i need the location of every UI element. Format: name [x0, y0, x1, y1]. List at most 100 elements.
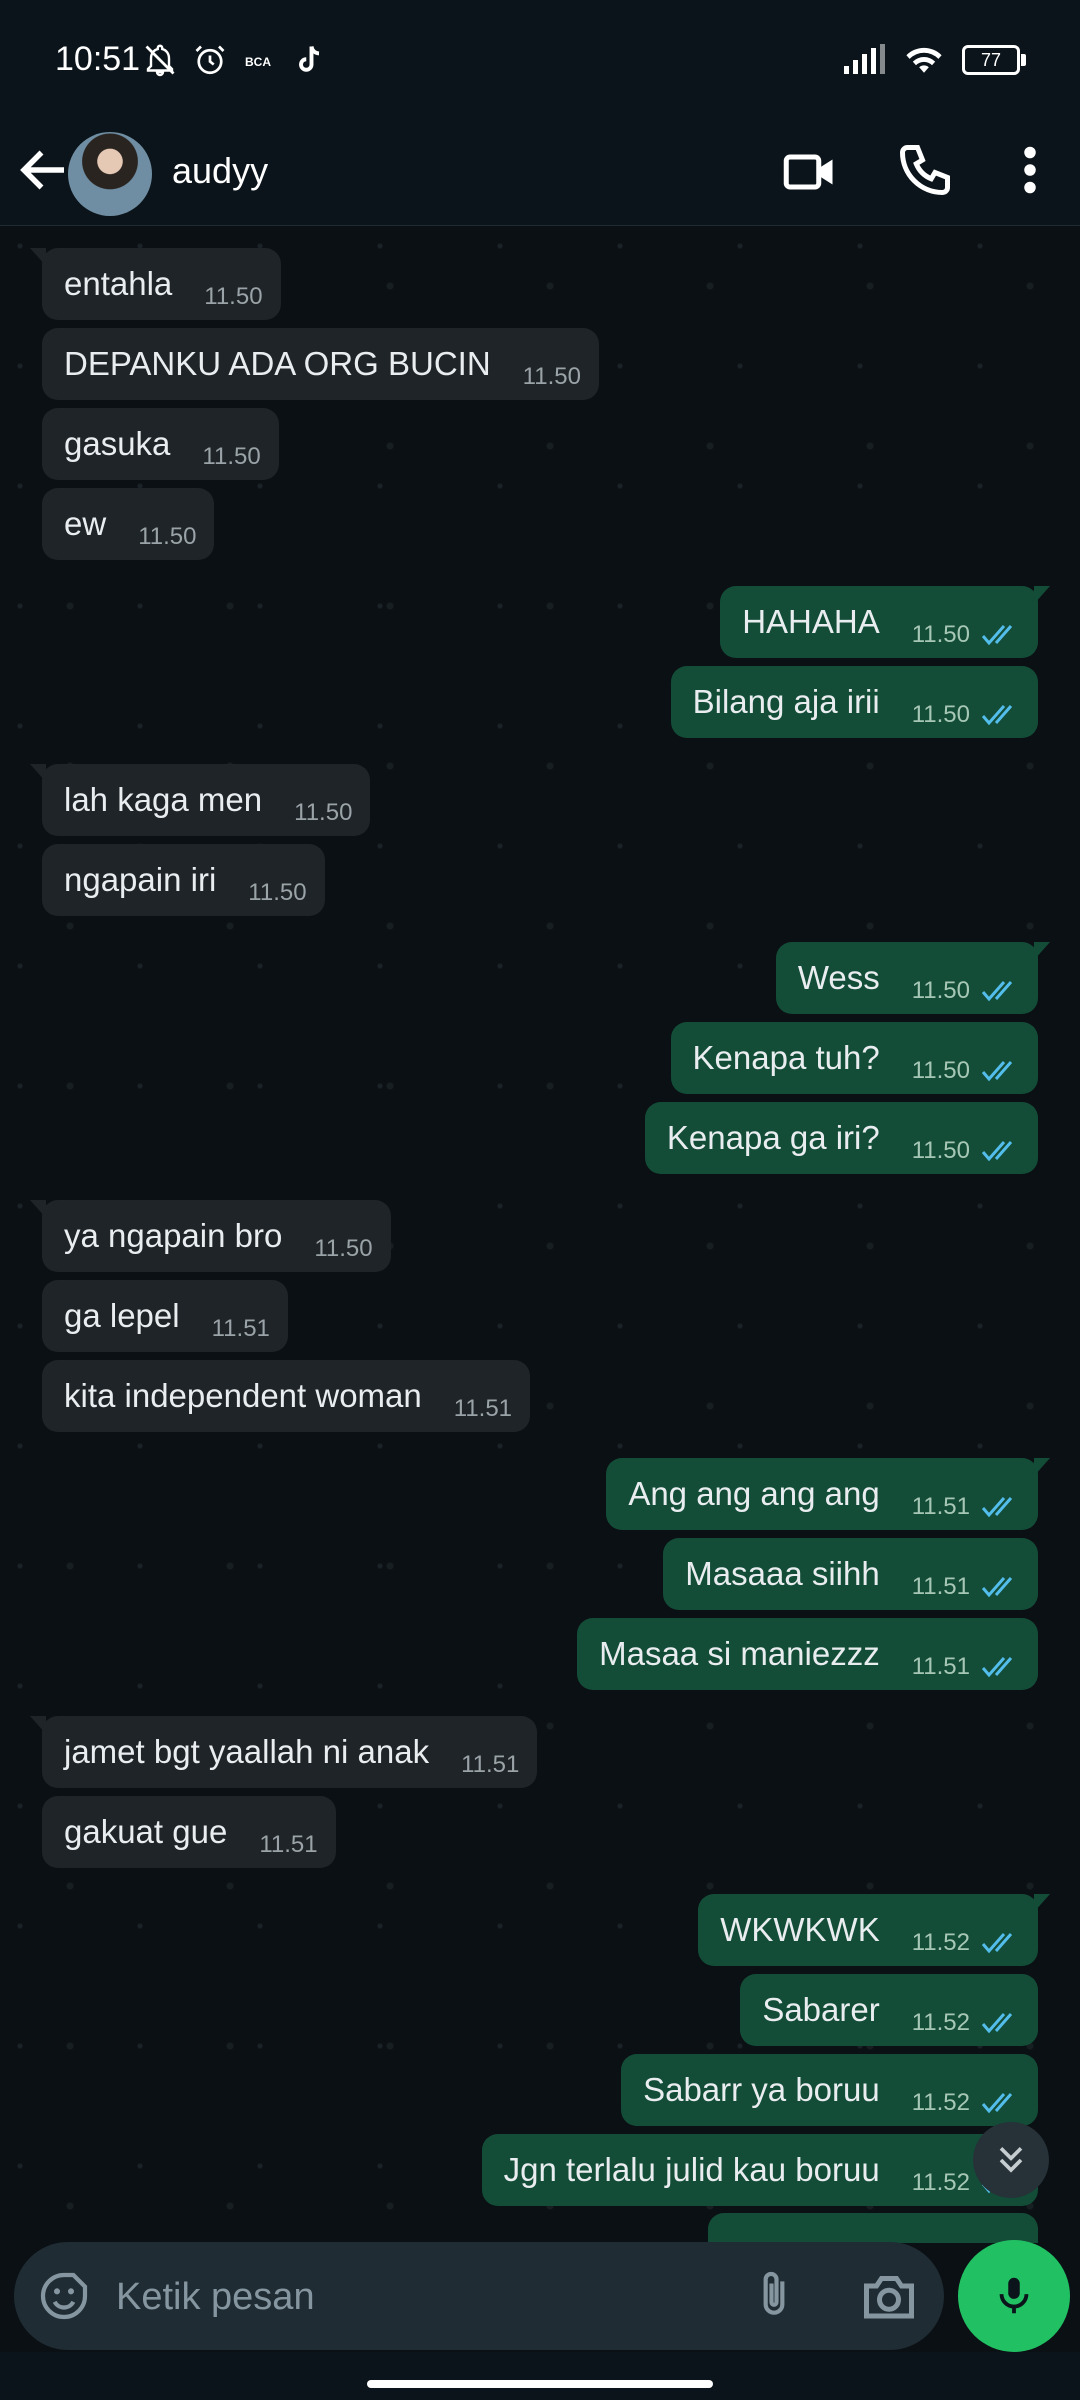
message-text: Bilang aja irii: [692, 683, 880, 720]
chat-area[interactable]: entahla 11.50 DEPANKU ADA ORG BUCIN 11.50 …: [0, 226, 1080, 2236]
message-time: 11.51: [461, 1751, 520, 1778]
message-text: ngapain iri: [64, 861, 217, 898]
read-ticks-icon: [981, 705, 1013, 726]
message-time: 11.50: [911, 977, 970, 1004]
wifi-icon: [906, 47, 942, 73]
message-time: 11.51: [911, 1573, 970, 1600]
message-outgoing[interactable]: WKWKWK 11.52: [698, 1894, 1050, 1966]
camera-icon[interactable]: [859, 2268, 919, 2324]
phone-icon[interactable]: [895, 140, 955, 200]
message-text: lah kaga men: [64, 781, 263, 818]
message-text: Masaaa siihh: [685, 1555, 880, 1592]
attach-icon[interactable]: [749, 2266, 799, 2326]
contact-name[interactable]: audyy: [172, 150, 268, 192]
message-incoming[interactable]: kita independent woman 11.51: [42, 1360, 531, 1432]
message-text: WKWKWK: [720, 1911, 880, 1948]
message-text: Sabarer: [762, 1991, 880, 2028]
read-ticks-icon: [981, 625, 1013, 646]
message-incoming[interactable]: ew 11.50: [42, 488, 215, 560]
message-time: 11.50: [522, 363, 581, 390]
status-icons-left: BCA: [142, 40, 328, 80]
message-incoming[interactable]: jamet bgt yaallah ni anak 11.51: [30, 1716, 538, 1788]
message-time: 11.50: [911, 621, 970, 648]
svg-text:BCA: BCA: [245, 55, 271, 69]
message-outgoing[interactable]: Wess 11.50: [775, 942, 1050, 1014]
message-incoming[interactable]: lah kaga men 11.50: [30, 764, 371, 836]
message-text: DEPANKU ADA ORG BUCIN: [64, 345, 491, 382]
message-incoming[interactable]: ga lepel 11.51: [42, 1280, 288, 1352]
message-text: Jgn terlalu julid kau boruu: [503, 2151, 880, 2188]
notifications-off-icon: [145, 44, 175, 77]
message-outgoing-partial: [708, 2213, 1038, 2243]
read-ticks-icon: [981, 1577, 1013, 1598]
message-text: Sabarr ya boruu: [643, 2071, 880, 2108]
message-time: 11.50: [138, 523, 197, 550]
message-outgoing[interactable]: Ang ang ang ang 11.51: [606, 1458, 1050, 1530]
message-time: 11.51: [911, 1653, 970, 1680]
alarm-icon: [195, 45, 225, 75]
more-options-icon[interactable]: [1010, 140, 1050, 200]
status-time: 10:51: [55, 40, 141, 78]
message-time: 11.51: [211, 1315, 270, 1342]
read-ticks-icon: [981, 1141, 1013, 1162]
message-outgoing[interactable]: Masaaa siihh 11.51: [663, 1538, 1038, 1610]
battery-level: 77: [980, 49, 1002, 70]
message-outgoing[interactable]: Sabarr ya boruu 11.52: [621, 2054, 1038, 2126]
message-outgoing[interactable]: HAHAHA 11.50: [720, 586, 1050, 658]
chat-header: audyy: [0, 120, 1080, 226]
emoji-icon[interactable]: [36, 2268, 92, 2324]
message-time: 11.52: [911, 2089, 970, 2116]
read-ticks-icon: [981, 1933, 1013, 1954]
home-indicator[interactable]: [367, 2380, 713, 2388]
message-incoming[interactable]: entahla 11.50: [30, 248, 281, 320]
read-ticks-icon: [981, 2013, 1013, 2034]
message-incoming[interactable]: DEPANKU ADA ORG BUCIN 11.50: [42, 328, 599, 400]
message-outgoing[interactable]: Kenapa ga iri? 11.50: [644, 1102, 1038, 1174]
message-input[interactable]: [114, 2270, 718, 2324]
message-text: ya ngapain bro: [64, 1217, 283, 1254]
message-outgoing[interactable]: Sabarer 11.52: [740, 1974, 1038, 2046]
message-time: 11.51: [259, 1831, 318, 1858]
message-incoming[interactable]: gakuat gue 11.51: [42, 1796, 336, 1868]
message-text: jamet bgt yaallah ni anak: [64, 1733, 430, 1770]
battery-icon: 77: [962, 45, 1026, 75]
message-text: Wess: [797, 959, 880, 996]
message-time: 11.52: [911, 2169, 970, 2196]
message-time: 11.50: [204, 283, 263, 310]
message-text: entahla: [64, 265, 173, 302]
message-time: 11.50: [202, 443, 261, 470]
status-icons-right: 77: [842, 40, 1026, 80]
message-text: gasuka: [64, 425, 171, 462]
mic-icon: [999, 2277, 1029, 2314]
message-incoming[interactable]: ngapain iri 11.50: [42, 844, 325, 916]
message-outgoing[interactable]: Masaa si maniezzz 11.51: [577, 1618, 1038, 1690]
back-arrow-icon[interactable]: [14, 140, 74, 200]
message-time: 11.50: [911, 1137, 970, 1164]
message-time: 11.52: [911, 2009, 970, 2036]
message-outgoing[interactable]: Jgn terlalu julid kau boruu 11.52: [481, 2134, 1038, 2206]
message-incoming[interactable]: ya ngapain bro 11.50: [30, 1200, 391, 1272]
message-time: 11.50: [294, 799, 353, 826]
message-time: 11.52: [911, 1929, 970, 1956]
message-outgoing[interactable]: Bilang aja irii 11.50: [670, 666, 1038, 738]
status-bar: 10:51 BCA 77: [0, 0, 1080, 120]
message-text: Masaa si maniezzz: [599, 1635, 880, 1672]
bca-icon: BCA: [245, 55, 271, 69]
read-ticks-icon: [981, 2093, 1013, 2114]
video-call-icon[interactable]: [780, 142, 840, 202]
message-incoming[interactable]: gasuka 11.50: [42, 408, 279, 480]
message-outgoing[interactable]: Kenapa tuh? 11.50: [670, 1022, 1038, 1094]
message-text: Kenapa tuh?: [692, 1039, 880, 1076]
avatar[interactable]: [68, 132, 152, 216]
message-time: 11.50: [314, 1235, 373, 1262]
read-ticks-icon: [981, 1061, 1013, 1082]
scroll-to-bottom-button[interactable]: [973, 2122, 1049, 2198]
message-text: HAHAHA: [742, 603, 880, 640]
message-text: Ang ang ang ang: [628, 1475, 880, 1512]
chevron-double-down-icon: [999, 2147, 1023, 2173]
mic-button[interactable]: [958, 2240, 1070, 2352]
message-time: 11.50: [911, 1057, 970, 1084]
message-text: ew: [64, 505, 107, 542]
read-ticks-icon: [981, 981, 1013, 1002]
message-time: 11.51: [453, 1395, 513, 1422]
